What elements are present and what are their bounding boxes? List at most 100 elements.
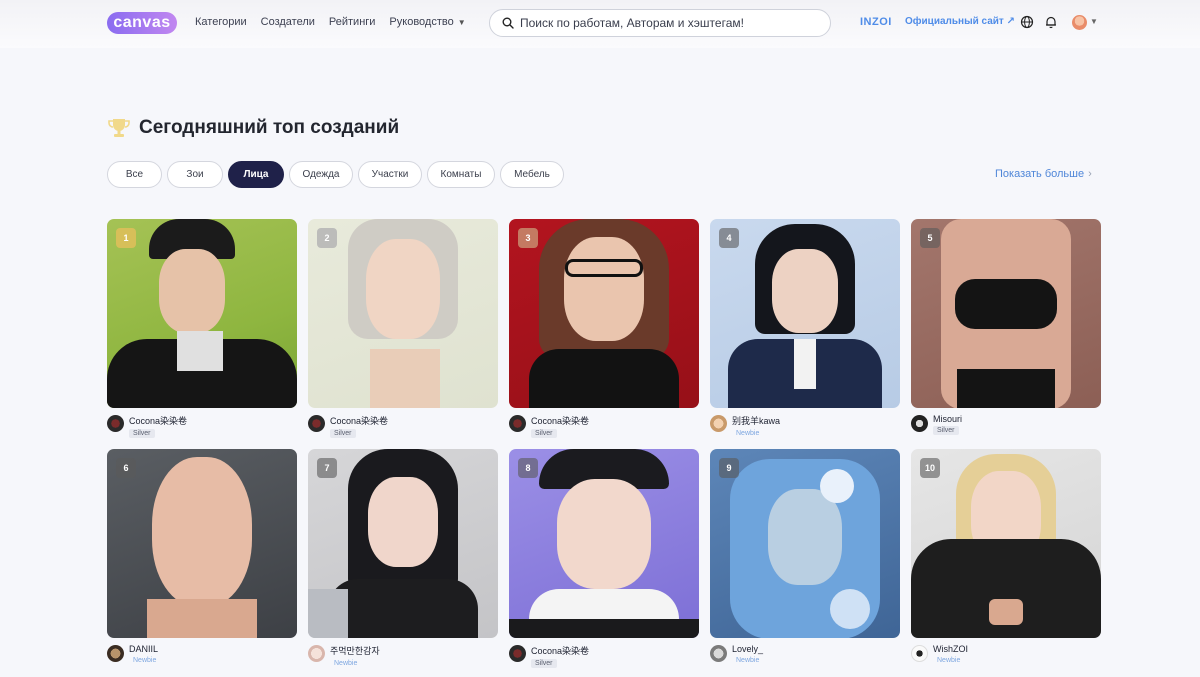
rank-badge: 7 <box>317 458 337 478</box>
author-name: Cocona染染卷 <box>531 646 590 656</box>
user-avatar[interactable] <box>1072 15 1087 30</box>
author-name: 别我羊kawa <box>732 416 781 426</box>
chip-clothing[interactable]: Одежда <box>289 161 353 188</box>
creation-thumbnail[interactable]: 6 <box>107 449 297 638</box>
author-avatar <box>308 415 325 432</box>
creation-thumbnail[interactable]: 1 <box>107 219 297 408</box>
nav-item-categories[interactable]: Категории <box>195 16 247 28</box>
creation-thumbnail[interactable]: 2 <box>308 219 498 408</box>
search-bar[interactable] <box>489 9 831 37</box>
inzoi-logo[interactable]: INZOI <box>860 16 892 28</box>
creation-thumbnail[interactable]: 9 <box>710 449 900 638</box>
author-name: WishZOI <box>933 644 968 654</box>
author-info[interactable]: 别我羊kawa Newbie <box>710 414 780 438</box>
tier-badge: Newbie <box>937 657 961 664</box>
chip-furniture[interactable]: Мебель <box>500 161 564 188</box>
rank-badge: 9 <box>719 458 739 478</box>
creation-thumbnail[interactable]: 7 <box>308 449 498 638</box>
creation-card[interactable]: 10 WishZOI Newbie <box>911 449 1101 664</box>
rank-badge: 2 <box>317 228 337 248</box>
creation-card[interactable]: 4 别我羊kawa Newbie <box>710 219 900 437</box>
author-name: DANIIL <box>129 644 159 654</box>
author-name: Lovely_ <box>732 644 764 654</box>
main-nav: Категории Создатели Рейтинги Руководство… <box>195 16 466 28</box>
rank-badge: 3 <box>518 228 538 248</box>
author-avatar <box>911 645 928 662</box>
tier-badge: Newbie <box>736 657 760 664</box>
author-name: Cocona染染卷 <box>129 416 188 426</box>
creation-thumbnail[interactable]: 8 <box>509 449 699 638</box>
rank-badge: 6 <box>116 458 136 478</box>
canvas-logo[interactable]: canvas <box>107 12 177 34</box>
creation-thumbnail[interactable]: 4 <box>710 219 900 408</box>
tier-badge: Silver <box>330 429 356 438</box>
rank-badge: 8 <box>518 458 538 478</box>
author-avatar <box>710 645 727 662</box>
tier-badge: Newbie <box>736 430 760 437</box>
creation-card[interactable]: 7 주먹만한감자 Newbie <box>308 449 498 667</box>
author-info[interactable]: Cocona染染卷 Silver <box>509 644 589 668</box>
search-icon <box>502 17 514 29</box>
author-info[interactable]: Cocona染染卷 Silver <box>107 414 187 438</box>
creation-card[interactable]: 3 Cocona染染卷 Silver <box>509 219 699 438</box>
chevron-down-icon: ▼ <box>457 18 466 27</box>
rank-badge: 10 <box>920 458 940 478</box>
tier-badge: Newbie <box>133 657 157 664</box>
author-avatar <box>107 415 124 432</box>
author-info[interactable]: Misouri Silver <box>911 414 962 435</box>
section-header: Сегодняшний топ созданий <box>107 117 399 139</box>
creation-card[interactable]: 2 Cocona染染卷 Silver <box>308 219 498 438</box>
creation-card[interactable]: 1 Cocona染染卷 Silver <box>107 219 297 438</box>
show-more-link[interactable]: Показать больше › <box>995 168 1092 180</box>
section-title: Сегодняшний топ созданий <box>139 117 400 138</box>
author-avatar <box>308 645 325 662</box>
author-avatar <box>509 645 526 662</box>
category-filter-chips: Все Зои Лица Одежда Участки Комнаты Мебе… <box>107 161 564 188</box>
search-input[interactable] <box>520 16 820 30</box>
creation-card[interactable]: 5 Misouri Silver <box>911 219 1101 435</box>
creation-thumbnail[interactable]: 3 <box>509 219 699 408</box>
chip-lots[interactable]: Участки <box>358 161 422 188</box>
nav-item-ratings[interactable]: Рейтинги <box>329 16 376 28</box>
nav-item-creators[interactable]: Создатели <box>261 16 315 28</box>
author-name: Misouri <box>933 414 963 424</box>
author-info[interactable]: Cocona染染卷 Silver <box>509 414 589 438</box>
official-site-link[interactable]: Официальный сайт ↗ <box>905 16 1015 27</box>
nav-item-guide[interactable]: Руководство ▼ <box>389 16 465 28</box>
chip-faces[interactable]: Лица <box>228 161 284 188</box>
chip-zoi[interactable]: Зои <box>167 161 223 188</box>
author-avatar <box>107 645 124 662</box>
rank-badge: 4 <box>719 228 739 248</box>
chip-rooms[interactable]: Комнаты <box>427 161 495 188</box>
tier-badge: Silver <box>933 426 959 435</box>
author-info[interactable]: Cocona染染卷 Silver <box>308 414 388 438</box>
rank-badge: 1 <box>116 228 136 248</box>
creation-thumbnail[interactable]: 5 <box>911 219 1101 408</box>
author-info[interactable]: WishZOI Newbie <box>911 644 968 665</box>
creation-card[interactable]: 9 Lovely_ Newbie <box>710 449 900 664</box>
author-avatar <box>710 415 727 432</box>
tier-badge: Silver <box>531 429 557 438</box>
show-more-label: Показать больше <box>995 168 1085 180</box>
author-info[interactable]: Lovely_ Newbie <box>710 644 763 665</box>
author-avatar <box>509 415 526 432</box>
author-avatar <box>911 415 928 432</box>
nav-item-guide-label: Руководство <box>389 16 454 28</box>
top-navigation-bar: canvas Категории Создатели Рейтинги Руко… <box>0 0 1200 48</box>
creation-card[interactable]: 6 DANIIL Newbie <box>107 449 297 664</box>
author-info[interactable]: DANIIL Newbie <box>107 644 160 665</box>
tier-badge: Silver <box>129 429 155 438</box>
author-info[interactable]: 주먹만한감자 Newbie <box>308 644 380 668</box>
chevron-down-icon[interactable]: ▼ <box>1090 17 1098 26</box>
creation-card[interactable]: 8 Cocona染染卷 Silver <box>509 449 699 668</box>
chevron-right-icon: › <box>1088 168 1092 180</box>
author-name: Cocona染染卷 <box>531 416 590 426</box>
bell-icon[interactable] <box>1044 15 1058 29</box>
chip-all[interactable]: Все <box>107 161 162 188</box>
globe-icon[interactable] <box>1020 15 1034 29</box>
author-name: Cocona染染卷 <box>330 416 389 426</box>
creation-thumbnail[interactable]: 10 <box>911 449 1101 638</box>
trophy-icon <box>108 119 130 137</box>
tier-badge: Newbie <box>334 660 358 667</box>
author-name: 주먹만한감자 <box>330 646 380 656</box>
